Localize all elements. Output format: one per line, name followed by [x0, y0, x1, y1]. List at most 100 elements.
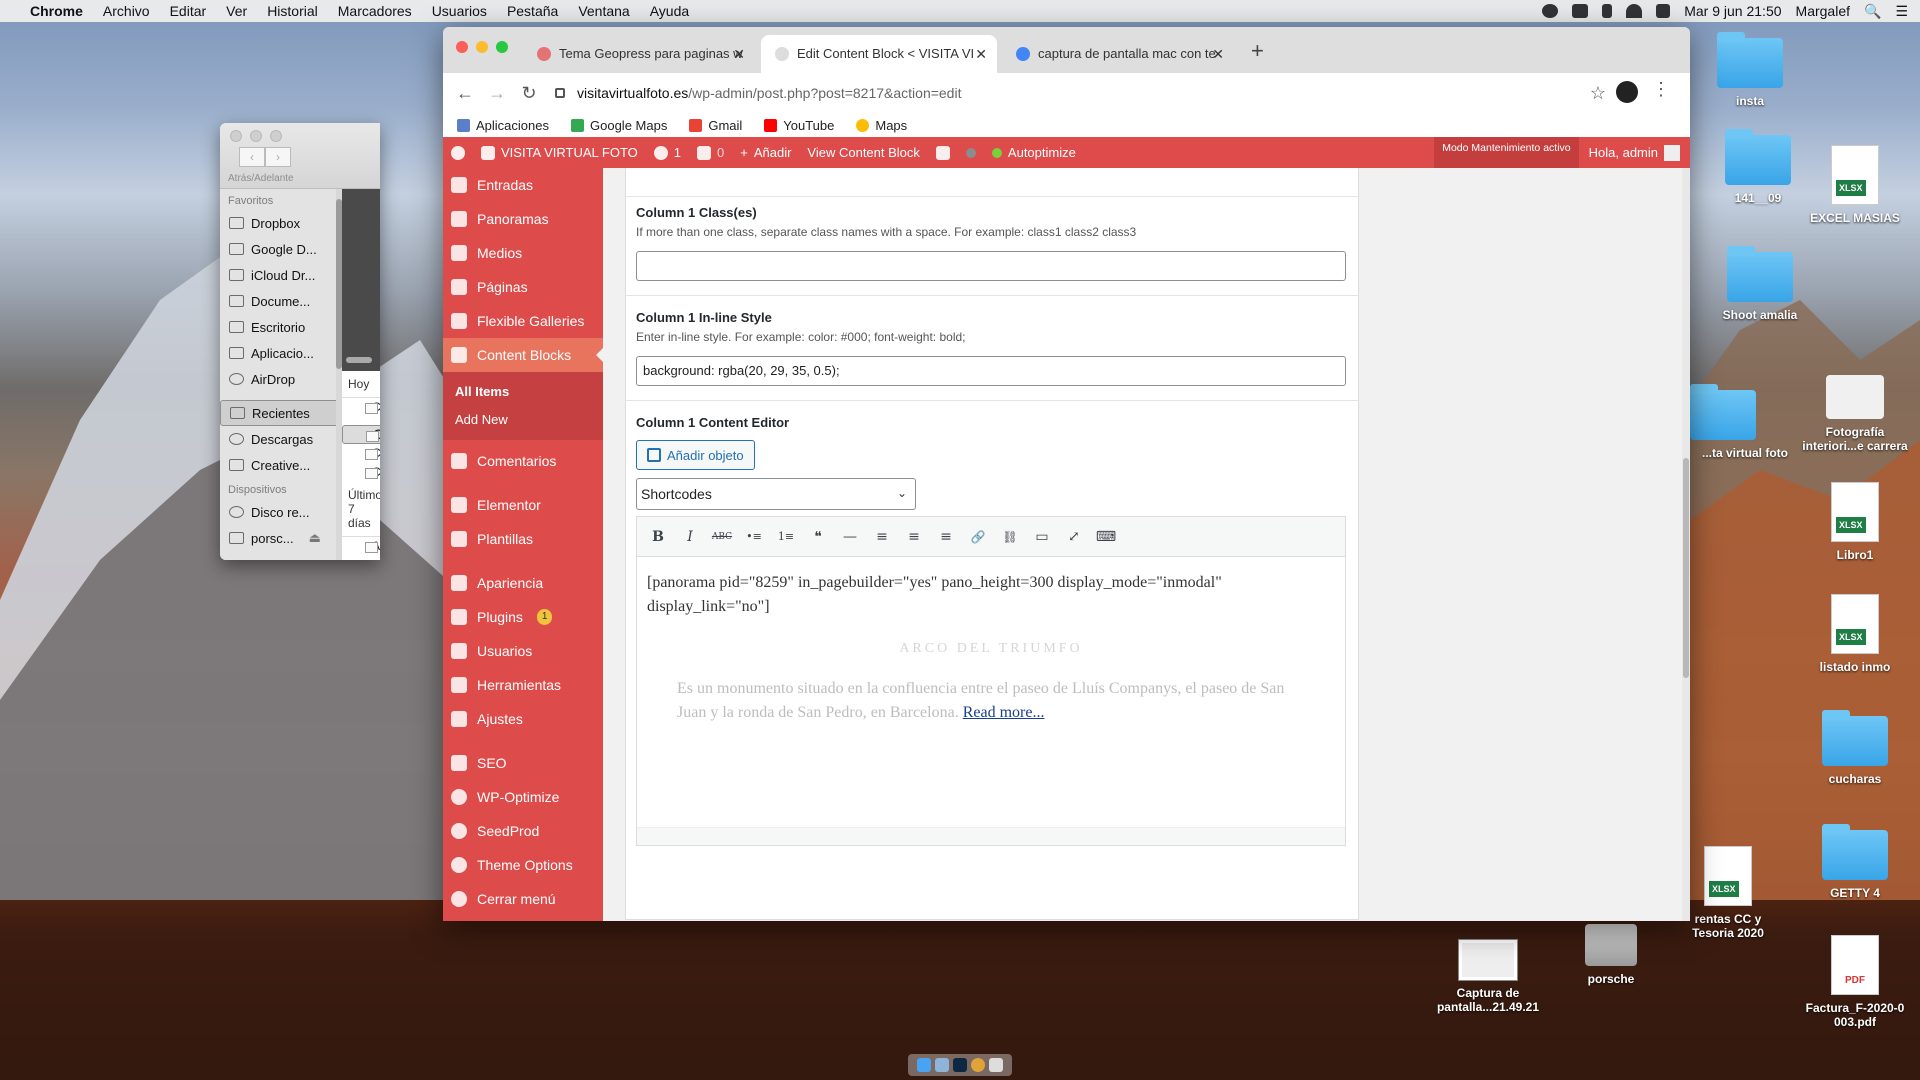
forward-button[interactable]: › — [265, 147, 291, 167]
bold-button[interactable]: B — [645, 524, 671, 550]
menubar-clock[interactable]: Mar 9 jun 21:50 — [1684, 3, 1781, 19]
desktop-icon-listado-inmo[interactable]: XLSX listado inmo — [1800, 594, 1910, 674]
spotlight-icon[interactable]: 🔍 — [1864, 3, 1881, 20]
reload-icon[interactable]: ↻ — [513, 83, 545, 104]
sidebar-item-desktop[interactable]: Escritorio — [220, 314, 338, 340]
link-button[interactable]: 🔗 — [965, 524, 991, 550]
yoast-seo-icon[interactable] — [928, 145, 958, 160]
unlink-button[interactable]: ⛓ — [997, 524, 1023, 550]
column-class-input[interactable] — [636, 251, 1346, 281]
close-button[interactable] — [230, 130, 242, 142]
align-center-button[interactable]: ≡ — [901, 524, 927, 550]
align-left-button[interactable]: ≡ — [869, 524, 895, 550]
tab-close-icon[interactable]: ✕ — [1212, 35, 1224, 73]
strikethrough-button[interactable]: ABC — [709, 524, 735, 550]
admin-view-content-block[interactable]: View Content Block — [799, 145, 928, 160]
file-item[interactable]: col-1029 — [342, 556, 380, 560]
preview-scrollbar[interactable] — [346, 357, 372, 363]
desktop-icon-libro1[interactable]: XLSX Libro1 — [1800, 482, 1910, 562]
zoom-button[interactable] — [270, 130, 282, 142]
minimize-button[interactable] — [476, 41, 488, 53]
desktop-icon-excel-masias[interactable]: XLSX EXCEL MASIAS — [1800, 145, 1910, 225]
sidebar-item-google-drive[interactable]: Google D... — [220, 236, 338, 262]
desktop-icon-captura[interactable]: Captura de pantalla...21.49.21 — [1433, 940, 1543, 1014]
admin-account[interactable]: Hola, admin — [1579, 144, 1690, 161]
chrome-menu-icon[interactable]: ⋮ — [1652, 79, 1670, 100]
sidebar-item-documents[interactable]: Docume... — [220, 288, 338, 314]
new-tab-button[interactable]: + — [1251, 38, 1264, 64]
sidebar-collapse-menu[interactable]: Cerrar menú — [443, 882, 603, 916]
add-media-button[interactable]: Añadir objeto — [636, 440, 755, 470]
profile-avatar[interactable] — [1616, 81, 1638, 103]
airplay-icon[interactable] — [1656, 4, 1671, 18]
inline-style-input[interactable]: background: rgba(20, 29, 35, 0.5); — [636, 356, 1346, 386]
notification-center-icon[interactable]: ☰ — [1895, 3, 1908, 20]
sidebar-item-airdrop[interactable]: AirDrop — [220, 366, 338, 392]
shortcodes-select[interactable]: Shortcodes ⌄ — [636, 478, 916, 510]
sidebar-item-content-blocks[interactable]: Content Blocks — [443, 338, 603, 372]
address-bar[interactable]: visitavirtualfoto.es/wp-admin/post.php?p… — [555, 79, 1642, 107]
bookmark-youtube[interactable]: YouTube — [750, 118, 842, 133]
sidebar-item-comentarios[interactable]: Comentarios — [443, 444, 603, 478]
wifi-icon[interactable] — [1626, 4, 1643, 18]
dropbox-icon[interactable] — [1572, 4, 1589, 18]
sidebar-item-flexible-galleries[interactable]: Flexible Galleries — [443, 304, 603, 338]
creative-cloud-icon[interactable] — [1542, 4, 1559, 18]
sidebar-item-ajustes[interactable]: Ajustes — [443, 702, 603, 736]
menu-usuarios[interactable]: Usuarios — [422, 3, 497, 19]
bookmark-apps[interactable]: Aplicaciones — [443, 118, 557, 133]
desktop-icon-cucharas[interactable]: cucharas — [1800, 710, 1910, 786]
bullet-list-button[interactable]: •≡ — [741, 524, 767, 550]
bookmark-google-maps[interactable]: Google Maps — [557, 118, 675, 133]
desktop-icon-porsche[interactable]: porsche — [1556, 924, 1666, 986]
content-editor[interactable]: [panorama pid="8259" in_pagebuilder="yes… — [636, 556, 1346, 846]
sidebar-item-icloud[interactable]: iCloud Dr... — [220, 262, 338, 288]
sidebar-item-panoramas[interactable]: Panoramas — [443, 202, 603, 236]
horizontal-rule-button[interactable]: — — [837, 524, 863, 550]
desktop-icon-insta[interactable]: insta — [1695, 32, 1805, 108]
forward-arrow-icon[interactable]: → — [481, 83, 513, 104]
lock-icon[interactable] — [555, 88, 565, 98]
eject-icon[interactable]: ⏏ — [309, 530, 321, 546]
blockquote-button[interactable]: ❝ — [805, 524, 831, 550]
bookmark-star-icon[interactable]: ☆ — [1590, 83, 1606, 104]
editor-resize-bar[interactable] — [637, 827, 1345, 845]
submenu-add-new[interactable]: Add New — [443, 406, 603, 434]
admin-add-new[interactable]: + Añadir — [732, 145, 799, 160]
admin-site-name[interactable]: VISITA VIRTUAL FOTO — [473, 145, 646, 160]
sidebar-item-dropbox[interactable]: Dropbox — [220, 210, 338, 236]
trash-icon[interactable] — [989, 1058, 1003, 1072]
sidebar-item-seedprod[interactable]: SeedProd — [443, 814, 603, 848]
desktop-icon-visita-virtual[interactable]: ...ta virtual foto — [1690, 384, 1800, 460]
sidebar-item-wp-optimize[interactable]: WP-Optimize — [443, 780, 603, 814]
sidebar-item-elementor[interactable]: Elementor — [443, 488, 603, 522]
page-scrollbar[interactable] — [1682, 168, 1690, 921]
sidebar-item-entradas[interactable]: Entradas — [443, 168, 603, 202]
desktop-icon-shoot-amalia[interactable]: Shoot amalia — [1705, 246, 1815, 322]
desktop-icon-141[interactable]: 141__09 — [1703, 129, 1813, 205]
tab-geopress[interactable]: Tema Geopress para paginas w ✕ — [523, 35, 755, 73]
desktop-icon-fotografia[interactable]: Fotografía interiori...e carrera — [1800, 375, 1910, 453]
menu-ventana[interactable]: Ventana — [568, 3, 639, 19]
sidebar-item-plantillas[interactable]: Plantillas — [443, 522, 603, 556]
read-more-link[interactable]: Read more... — [963, 704, 1045, 721]
file-item[interactable]: Captura — [342, 463, 380, 482]
photoshop-icon[interactable] — [953, 1058, 967, 1072]
admin-autoptimize[interactable]: Autoptimize — [984, 145, 1084, 160]
sidebar-item-creative[interactable]: Creative... — [220, 452, 338, 478]
desktop-icon-getty4[interactable]: GETTY 4 — [1800, 824, 1910, 900]
sidebar-item-apariencia[interactable]: Apariencia — [443, 566, 603, 600]
admin-comments[interactable]: 0 — [689, 145, 732, 160]
menu-marcadores[interactable]: Marcadores — [328, 3, 422, 19]
menu-ver[interactable]: Ver — [216, 3, 257, 19]
sidebar-item-herramientas[interactable]: Herramientas — [443, 668, 603, 702]
sidebar-item-paginas[interactable]: Páginas — [443, 270, 603, 304]
toolbar-toggle-button[interactable]: ⌨ — [1093, 524, 1119, 550]
status-dot-icon[interactable] — [958, 147, 984, 158]
tab-close-icon[interactable]: ✕ — [733, 35, 745, 73]
close-button[interactable] — [456, 41, 468, 53]
submenu-all-items[interactable]: All Items — [443, 378, 603, 406]
menu-editar[interactable]: Editar — [160, 3, 217, 19]
finder-icon[interactable] — [917, 1058, 931, 1072]
minimize-button[interactable] — [250, 130, 262, 142]
